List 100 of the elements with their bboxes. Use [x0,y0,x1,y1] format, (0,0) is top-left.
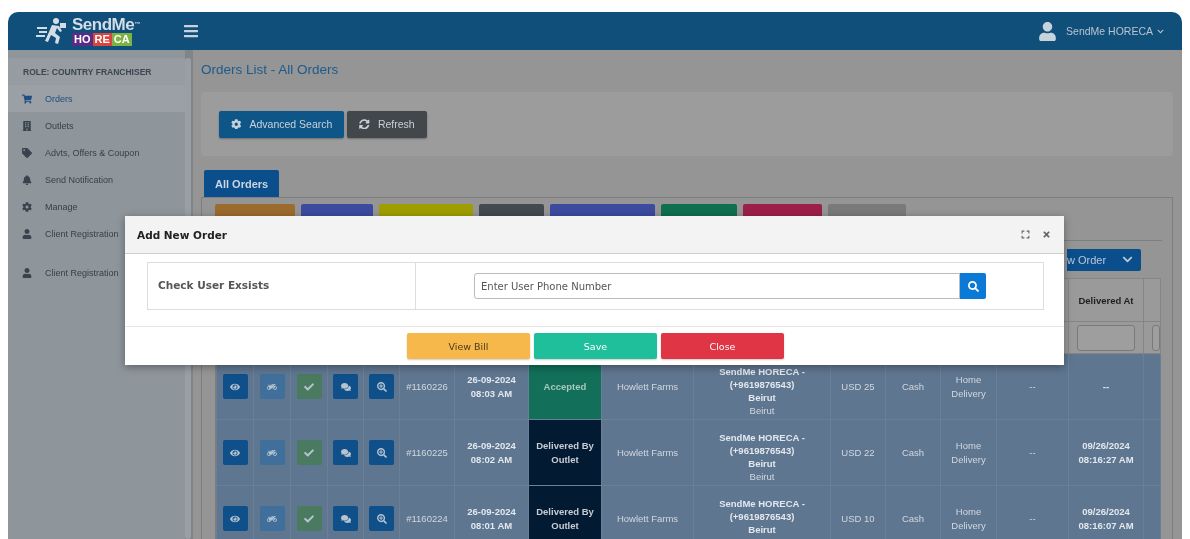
check-button[interactable] [296,506,322,531]
column-header: Delivered At [1068,278,1144,322]
phone-input-field[interactable]: Enter User Phone Number [474,273,960,299]
order-id: #1160225 [405,445,449,460]
refresh-button[interactable]: Refresh [347,110,427,138]
chat-button[interactable] [333,440,358,465]
customer-phone: (+9619876543) [728,510,796,523]
delivered-at: 09/26/2024 [1081,438,1131,453]
user-avatar-icon [1038,21,1058,41]
chat-icon [340,447,351,458]
sidebar-item-label: Manage [45,201,78,212]
order-time: 08:03 AM [469,386,514,401]
amount: USD 22 [840,445,876,460]
sidebar-item-label: Client Registration [45,267,119,278]
chat-button[interactable] [333,374,358,399]
sidebar-item[interactable]: Orders [8,85,185,112]
order-date: 26-09-2024 [466,504,517,519]
amount: USD 25 [840,379,876,394]
customer-phone: (+9619876543) [728,444,796,457]
order-id: #1160226 [405,379,449,394]
table-cell-text: -- [1028,511,1037,526]
sidebar-item-label: Advts, Offers & Coupon [45,147,140,158]
save-button[interactable]: Save [534,333,657,359]
chat-icon [340,513,351,524]
search-icon [967,280,979,292]
sidebar-item-label: Client Registration [45,228,119,239]
delivery-type: Home Delivery [950,504,987,533]
check-button[interactable] [296,440,322,465]
user-icon [22,267,33,278]
sidebar-item[interactable]: Manage [8,193,185,220]
outlet-name: Howlett Farms [615,379,680,394]
eye-icon [230,513,240,524]
delivered-at: 09/26/2024 [1081,504,1131,519]
building-icon [22,120,33,131]
sidebar-item[interactable]: Send Notification [8,166,185,193]
view-bill-button[interactable]: View Bill [407,333,530,359]
delivery-type: Home Delivery [950,438,987,467]
settings-icon [231,118,242,130]
outlet-name: Howlett Farms [615,511,680,526]
customer-city: Beirut [747,457,777,470]
motorcycle-icon [267,447,277,458]
customer-name: SendMe HORECA - [718,431,806,444]
search-button[interactable] [960,273,986,299]
motorcycle-button[interactable] [259,374,285,399]
customer-name: SendMe HORECA - [718,497,806,510]
cart-icon [22,93,33,104]
filter-input[interactable] [1077,324,1135,351]
payment-method: Cash [900,379,926,394]
eye-icon [230,447,240,458]
settings-icon [22,201,33,212]
delivery-type: Home Delivery [950,372,987,401]
order-id: #1160224 [405,511,449,526]
sidebar-item[interactable]: Outlets [8,112,185,139]
tag-icon [22,147,33,158]
zoom-icon [376,513,387,524]
zoom-icon [376,381,387,392]
new-order-button[interactable]: w Order [1067,248,1141,271]
motorcycle-button[interactable] [259,506,285,531]
zoom-icon [376,447,387,458]
eye-button[interactable] [222,506,248,531]
dialog-title: Add New Order [137,228,227,241]
eye-button[interactable] [222,440,248,465]
page-title: Orders List - All Orders [201,62,340,78]
customer-area: Beirut [697,470,827,483]
status-cell: Delivered By Outlet [528,485,602,539]
check-icon [304,447,314,458]
table-cell-text: -- [1028,445,1037,460]
order-time: 08:02 AM [469,452,514,467]
customer-phone: (+9619876543) [728,378,796,391]
logo-tile: HO [72,33,93,46]
eye-button[interactable] [222,374,248,399]
motorcycle-icon [267,513,277,524]
role-label: ROLE: COUNTRY FRANCHISER [8,58,185,85]
advanced-search-button[interactable]: Advanced Search [219,110,345,138]
filter-input[interactable] [1152,324,1160,351]
chat-button[interactable] [333,506,358,531]
close-button[interactable]: Close [661,333,784,359]
tab[interactable]: All Orders [204,170,280,197]
bell-icon [22,174,33,185]
sidebar-item-label: Send Notification [45,174,114,185]
zoom-button[interactable] [369,440,394,465]
zoom-button[interactable] [369,506,394,531]
sidebar-item[interactable]: Advts, Offers & Coupon [8,139,185,166]
payment-method: Cash [900,511,926,526]
check-icon [304,381,314,392]
motorcycle-button[interactable] [259,440,285,465]
customer-city: Beirut [747,523,777,536]
check-button[interactable] [296,374,322,399]
customer-area: Beirut [697,404,827,417]
sidebar-item-label: Outlets [45,120,74,131]
check-icon [304,513,314,524]
order-date: 26-09-2024 [466,372,517,387]
payment-method: Cash [900,445,926,460]
order-date: 26-09-2024 [466,438,517,453]
customer-name: SendMe HORECA - [718,365,806,378]
user-name[interactable]: SendMe HORECA [1066,25,1153,37]
chat-icon [340,381,351,392]
caret-icon [1122,254,1133,265]
zoom-button[interactable] [369,374,394,399]
field-label: Check User Exsists [148,263,416,309]
